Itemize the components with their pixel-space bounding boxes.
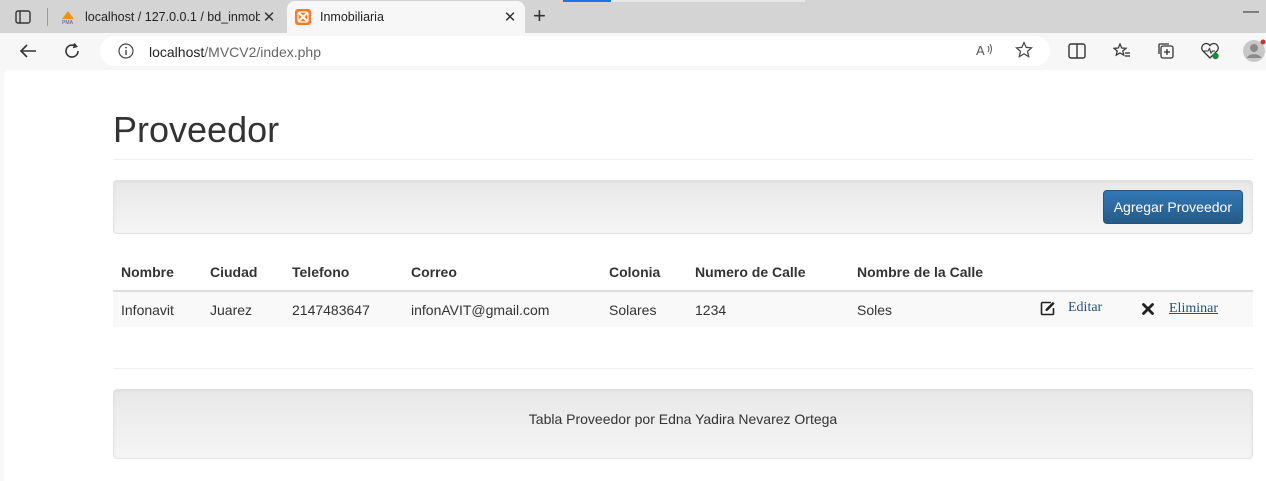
cell-ciudad: Juarez xyxy=(202,291,284,327)
cell-delete-action: Eliminar xyxy=(1132,291,1253,327)
address-bar[interactable]: localhost/MVCV2/index.php A xyxy=(100,36,1050,66)
column-header: Numero de Calle xyxy=(687,254,849,292)
cell-nombre-calle: Soles xyxy=(849,291,1031,327)
split-screen-icon[interactable] xyxy=(1065,39,1089,63)
browser-toolbar: localhost/MVCV2/index.php A xyxy=(0,33,1266,70)
cell-numero-calle: 1234 xyxy=(687,291,849,327)
cell-colonia: Solares xyxy=(601,291,687,327)
column-header: Colonia xyxy=(601,254,687,292)
tab-title: Inmobiliaria xyxy=(320,10,384,24)
divider xyxy=(113,368,1253,369)
remove-icon[interactable] xyxy=(1140,301,1156,317)
site-info-icon[interactable] xyxy=(118,43,134,64)
column-header: Ciudad xyxy=(202,254,284,292)
cell-telefono: 2147483647 xyxy=(284,291,403,327)
tab-title: localhost / 127.0.0.1 / bd_inmobi xyxy=(85,9,260,24)
tab-separator xyxy=(47,8,48,26)
xampp-icon xyxy=(295,9,311,25)
browser-tab-strip: PMA localhost / 127.0.0.1 / bd_inmobi ✕ … xyxy=(0,0,1266,33)
footer-well: Tabla Proveedor por Edna Yadira Nevarez … xyxy=(113,389,1253,459)
column-header: Nombre xyxy=(113,254,202,292)
column-header: Correo xyxy=(403,254,601,292)
delete-link[interactable]: Eliminar xyxy=(1169,301,1218,317)
tab-drag-indicator-track xyxy=(611,0,805,2)
read-aloud-icon[interactable]: A xyxy=(976,42,994,63)
provider-table: Nombre Ciudad Telefono Correo Colonia Nu… xyxy=(113,254,1253,327)
add-provider-button[interactable]: Agregar Proveedor xyxy=(1102,190,1243,224)
cell-edit-action: Editar xyxy=(1031,291,1132,327)
collections-icon[interactable] xyxy=(1154,39,1178,63)
tab-phpmyadmin[interactable]: PMA localhost / 127.0.0.1 / bd_inmobi ✕ xyxy=(52,0,284,33)
favorites-icon[interactable] xyxy=(1110,39,1134,63)
svg-text:A: A xyxy=(976,43,985,58)
edit-action[interactable]: Editar xyxy=(1039,300,1102,316)
cell-correo: infonAVIT@gmail.com xyxy=(403,291,601,327)
minimize-window-icon[interactable]: — xyxy=(1243,3,1259,21)
close-tab-icon[interactable]: ✕ xyxy=(501,8,519,26)
back-arrow-icon[interactable] xyxy=(16,39,40,63)
cell-nombre: Infonavit xyxy=(113,291,202,327)
table-row: Infonavit Juarez 2147483647 infonAVIT@gm… xyxy=(113,291,1253,327)
column-header: Nombre de la Calle xyxy=(849,254,1031,292)
svg-text:PMA: PMA xyxy=(62,20,74,25)
phpmyadmin-icon: PMA xyxy=(60,9,76,26)
reload-icon[interactable] xyxy=(60,39,84,63)
browser-essentials-icon[interactable] xyxy=(1198,39,1222,63)
favorite-star-icon[interactable] xyxy=(1015,41,1033,64)
url-text[interactable]: localhost/MVCV2/index.php xyxy=(149,44,321,60)
close-tab-icon[interactable]: ✕ xyxy=(260,8,278,26)
new-tab-icon[interactable]: + xyxy=(533,4,546,28)
column-header-delete xyxy=(1132,254,1253,292)
tab-drag-indicator xyxy=(563,0,611,2)
page-viewport: Proveedor Agregar Proveedor Nombre Ciuda… xyxy=(4,70,1266,481)
tab-actions-icon[interactable] xyxy=(12,6,34,28)
column-header: Telefono xyxy=(284,254,403,292)
page-header: Proveedor xyxy=(113,110,1253,160)
profile-avatar-icon[interactable] xyxy=(1242,39,1266,63)
toolbar-well: Agregar Proveedor xyxy=(113,180,1253,234)
edit-icon[interactable] xyxy=(1039,300,1055,316)
footer-text: Tabla Proveedor por Edna Yadira Nevarez … xyxy=(528,411,838,427)
table-header-row: Nombre Ciudad Telefono Correo Colonia Nu… xyxy=(113,254,1253,292)
delete-action[interactable]: Eliminar xyxy=(1140,301,1218,317)
url-host: localhost xyxy=(149,44,205,60)
page-title: Proveedor xyxy=(113,109,280,150)
edit-link[interactable]: Editar xyxy=(1068,300,1102,316)
column-header-edit xyxy=(1031,254,1132,292)
url-path: /MVCV2/index.php xyxy=(204,44,321,60)
tab-inmobiliaria[interactable]: Inmobiliaria ✕ xyxy=(287,1,525,33)
